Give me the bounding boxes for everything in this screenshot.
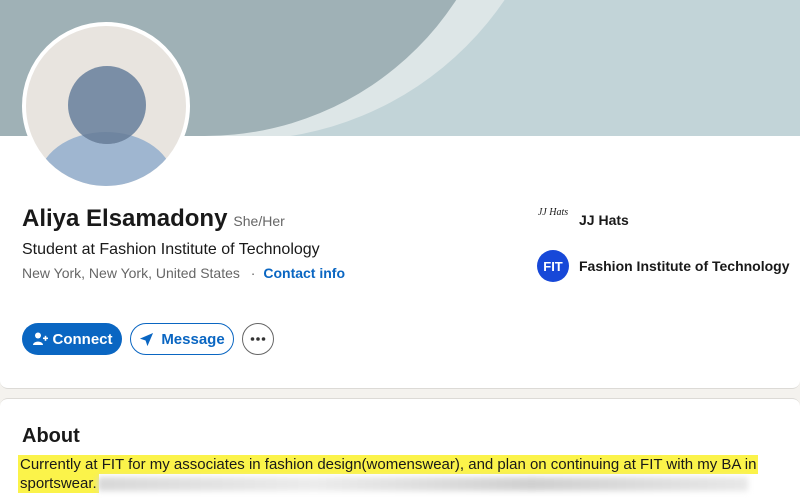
location-row: New York, New York, United States · Cont… xyxy=(22,265,345,281)
fit-logo-text: FIT xyxy=(543,258,563,274)
org-name-fit: Fashion Institute of Technology xyxy=(579,258,790,274)
connect-button[interactable]: Connect xyxy=(22,323,122,355)
profile-headline: Student at Fashion Institute of Technolo… xyxy=(22,241,320,258)
blurred-content xyxy=(98,477,748,491)
jj-hats-logo: JJ Hats xyxy=(537,208,569,232)
profile-name: Aliya Elsamadony xyxy=(22,205,228,232)
fit-logo: FIT xyxy=(537,250,569,282)
about-card: About Currently at FIT for my associates… xyxy=(0,398,800,499)
contact-info-link[interactable]: Contact info xyxy=(263,265,345,281)
more-dots-icon xyxy=(250,337,266,341)
org-jj-hats[interactable]: JJ Hats JJ Hats xyxy=(537,208,629,232)
send-icon xyxy=(139,332,154,347)
about-title: About xyxy=(22,425,80,447)
location-separator: · xyxy=(250,265,256,281)
profile-pronouns: She/Her xyxy=(233,213,285,229)
org-name-jj-hats: JJ Hats xyxy=(579,212,629,228)
org-fit[interactable]: FIT Fashion Institute of Technology xyxy=(537,250,790,282)
name-row: Aliya Elsamadony She/Her xyxy=(22,205,285,233)
profile-actions: Connect Message xyxy=(22,323,274,355)
avatar[interactable] xyxy=(22,22,190,190)
message-button-label: Message xyxy=(161,330,225,348)
connect-button-label: Connect xyxy=(52,330,113,348)
add-person-icon xyxy=(32,331,48,347)
profile-top-card: Aliya Elsamadony She/Her Student at Fash… xyxy=(0,0,800,389)
message-button[interactable]: Message xyxy=(130,323,234,355)
avatar-overlap xyxy=(68,66,146,144)
jj-hats-logo-text: JJ Hats xyxy=(537,207,569,218)
more-actions-button[interactable] xyxy=(242,323,274,355)
profile-location: New York, New York, United States xyxy=(22,265,240,281)
